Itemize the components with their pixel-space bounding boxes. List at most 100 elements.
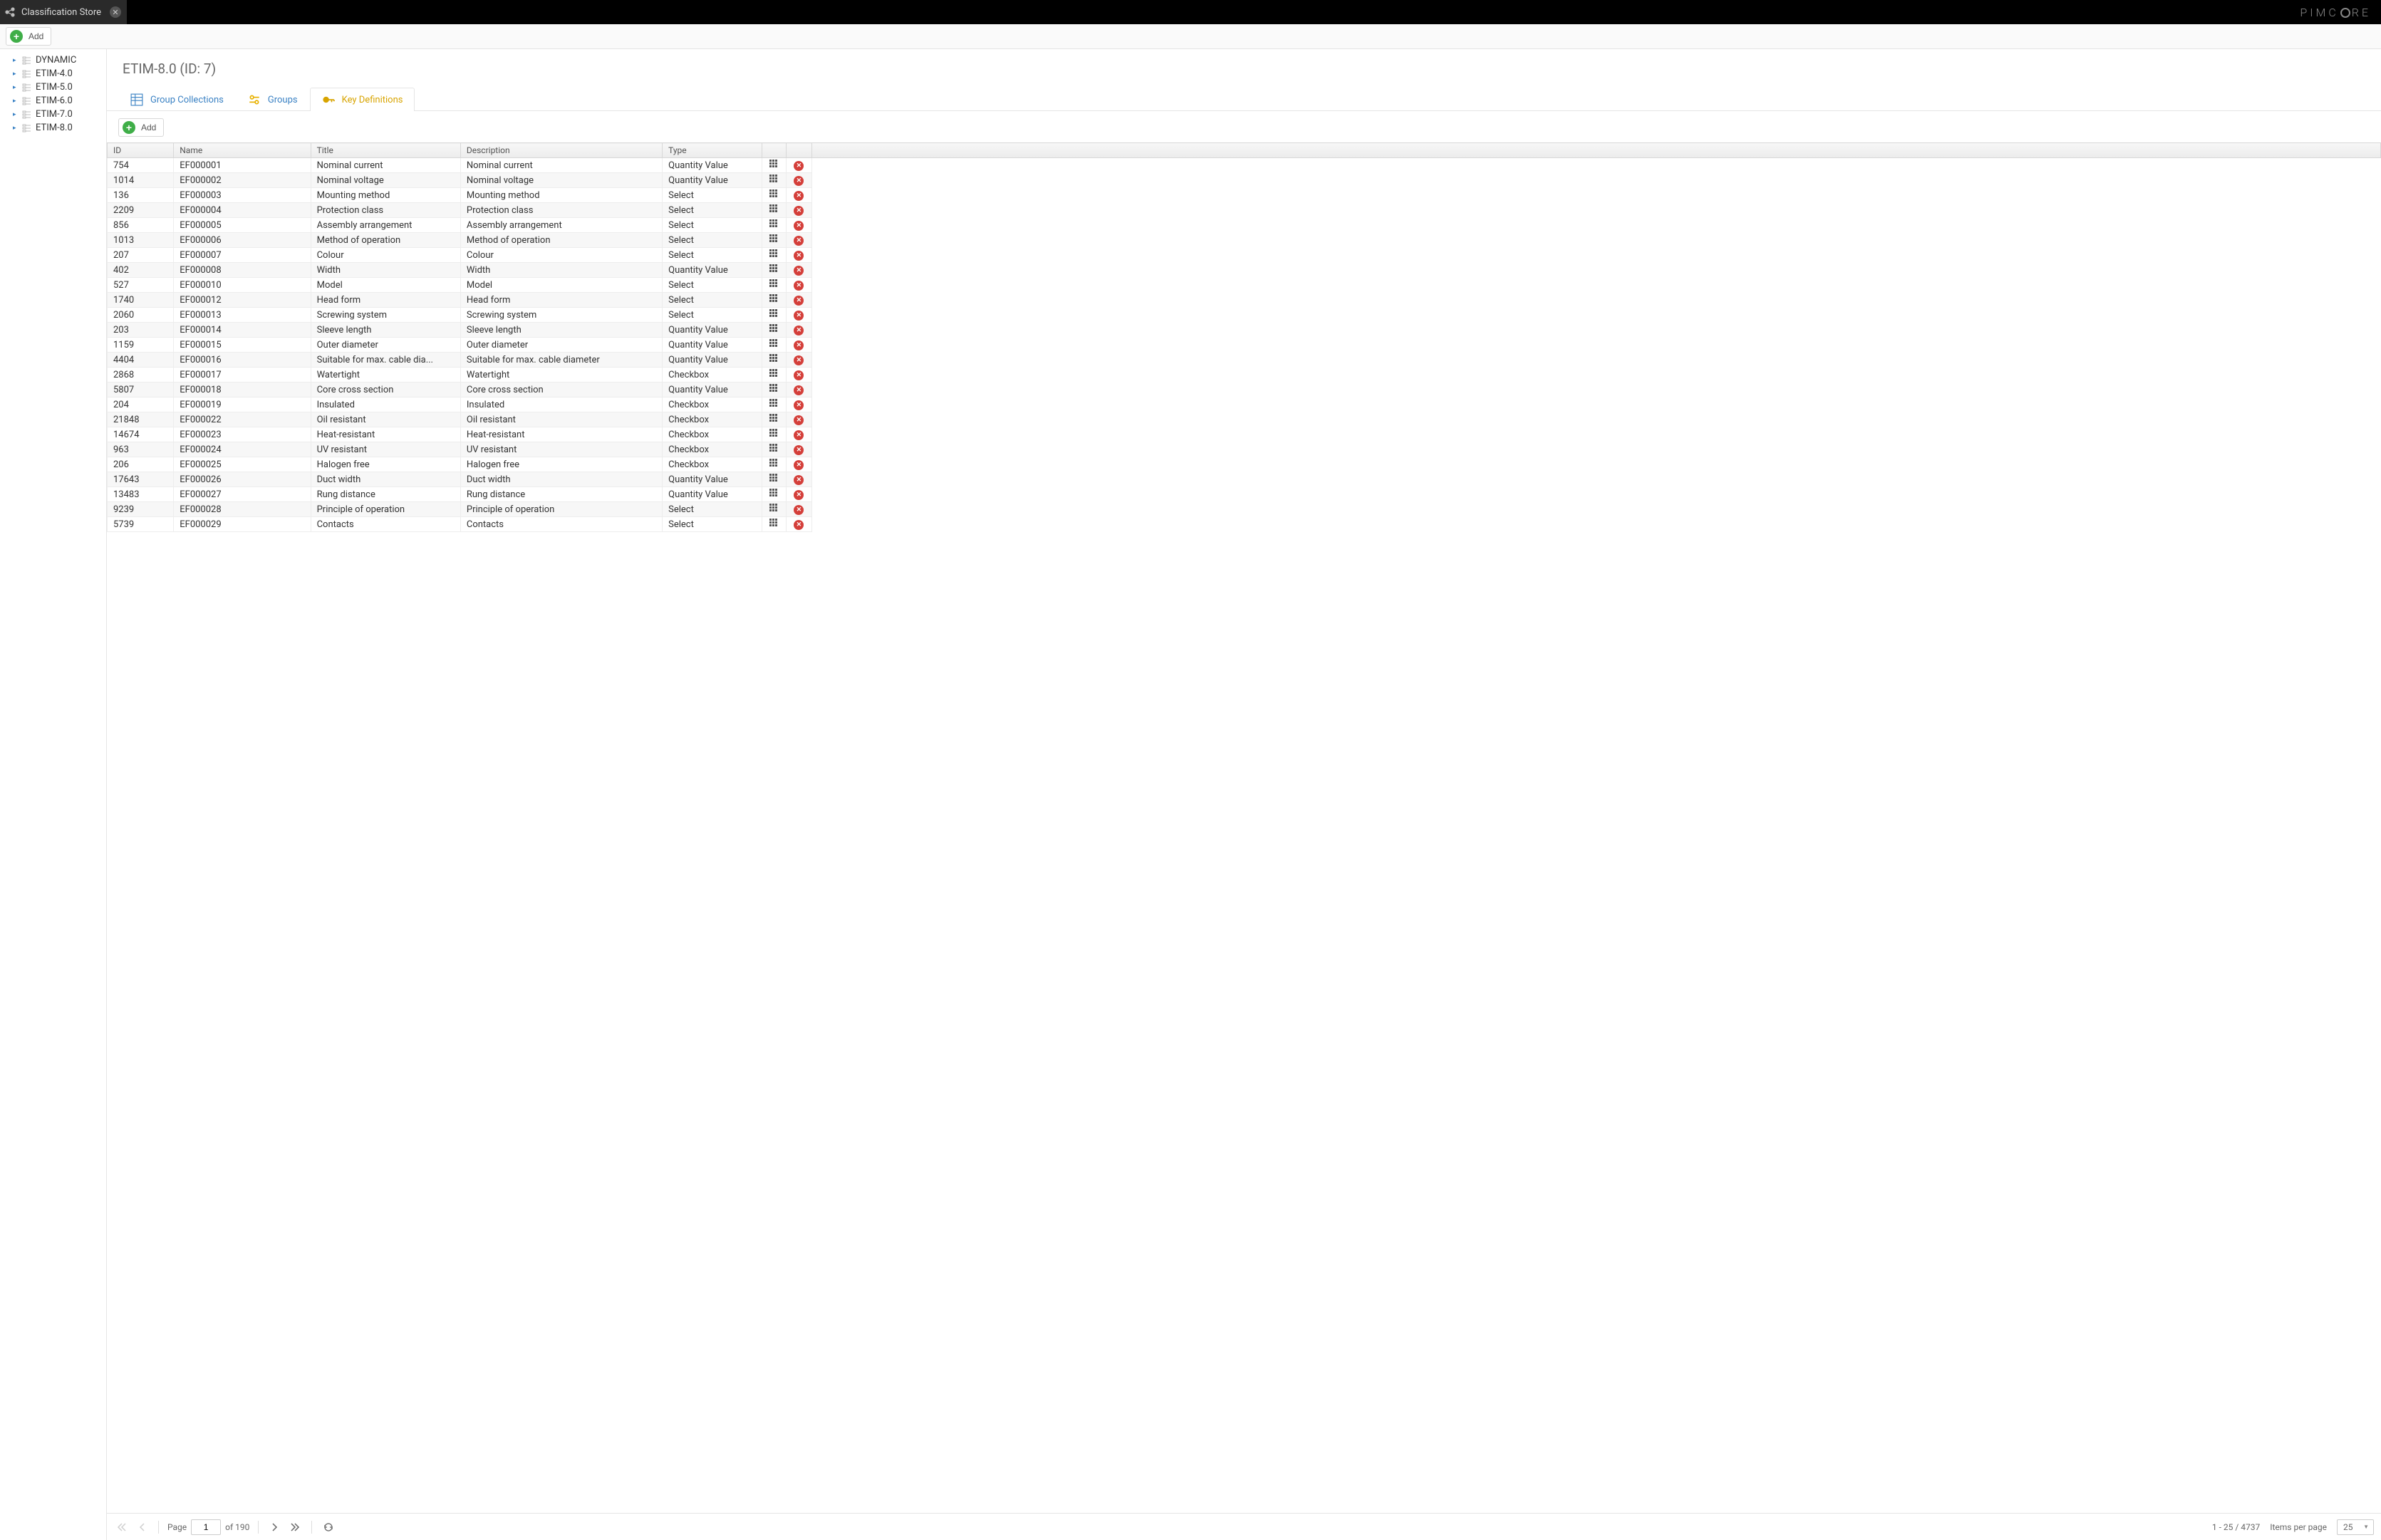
config-icon[interactable] [769, 295, 778, 305]
delete-icon[interactable]: ✕ [794, 206, 804, 216]
col-id[interactable]: ID [108, 143, 174, 158]
col-description[interactable]: Description [460, 143, 662, 158]
delete-icon[interactable]: ✕ [794, 176, 804, 186]
config-icon[interactable] [769, 175, 778, 185]
table-row[interactable]: 206EF000025Halogen freeHalogen freeCheck… [108, 457, 812, 472]
table-row[interactable]: 5739EF000029ContactsContactsSelect✕ [108, 517, 812, 532]
config-icon[interactable] [769, 190, 778, 200]
header-tab-classification-store[interactable]: Classification Store ✕ [0, 0, 128, 24]
delete-icon[interactable]: ✕ [794, 251, 804, 261]
config-icon[interactable] [769, 370, 778, 380]
delete-icon[interactable]: ✕ [794, 460, 804, 470]
next-page-button[interactable] [267, 1519, 283, 1535]
close-icon[interactable]: ✕ [110, 6, 121, 18]
table-row[interactable]: 204EF000019InsulatedInsulatedCheckbox✕ [108, 397, 812, 412]
sidebar-item-etim-8-0[interactable]: ▸ETIM-8.0 [0, 121, 106, 135]
expand-icon[interactable]: ▸ [13, 84, 20, 91]
delete-icon[interactable]: ✕ [794, 161, 804, 171]
grid-scroll[interactable]: ID Name Title Description Type 754EF0000… [107, 142, 2381, 1513]
last-page-button[interactable] [287, 1519, 303, 1535]
sidebar-item-etim-7-0[interactable]: ▸ETIM-7.0 [0, 108, 106, 121]
config-icon[interactable] [769, 160, 778, 170]
sidebar-item-etim-5-0[interactable]: ▸ETIM-5.0 [0, 80, 106, 94]
config-icon[interactable] [769, 280, 778, 290]
tab-groups[interactable]: Groups [236, 88, 310, 111]
config-icon[interactable] [769, 205, 778, 215]
refresh-button[interactable] [321, 1519, 336, 1535]
config-icon[interactable] [769, 400, 778, 410]
table-row[interactable]: 402EF000008WidthWidthQuantity Value✕ [108, 263, 812, 278]
table-row[interactable]: 856EF000005Assembly arrangementAssembly … [108, 218, 812, 233]
config-icon[interactable] [769, 250, 778, 260]
table-row[interactable]: 207EF000007ColourColourSelect✕ [108, 248, 812, 263]
delete-icon[interactable]: ✕ [794, 430, 804, 440]
add-button[interactable]: + Add [6, 27, 51, 46]
config-icon[interactable] [769, 325, 778, 335]
delete-icon[interactable]: ✕ [794, 355, 804, 365]
config-icon[interactable] [769, 444, 778, 454]
expand-icon[interactable]: ▸ [13, 98, 20, 105]
delete-icon[interactable]: ✕ [794, 490, 804, 500]
delete-icon[interactable]: ✕ [794, 326, 804, 335]
config-icon[interactable] [769, 385, 778, 395]
config-icon[interactable] [769, 355, 778, 365]
table-row[interactable]: 1013EF000006Method of operationMethod of… [108, 233, 812, 248]
delete-icon[interactable]: ✕ [794, 221, 804, 231]
page-input[interactable] [191, 1519, 221, 1535]
expand-icon[interactable]: ▸ [13, 57, 20, 64]
table-row[interactable]: 2868EF000017WatertightWatertightCheckbox… [108, 368, 812, 383]
config-icon[interactable] [769, 504, 778, 514]
table-row[interactable]: 21848EF000022Oil resistantOil resistantC… [108, 412, 812, 427]
config-icon[interactable] [769, 474, 778, 484]
delete-icon[interactable]: ✕ [794, 385, 804, 395]
sidebar-item-etim-6-0[interactable]: ▸ETIM-6.0 [0, 94, 106, 108]
items-per-page-select[interactable]: 25 [2337, 1519, 2374, 1535]
config-icon[interactable] [769, 310, 778, 320]
config-icon[interactable] [769, 235, 778, 245]
table-row[interactable]: 9239EF000028Principle of operationPrinci… [108, 502, 812, 517]
tab-group-collections[interactable]: Group Collections [118, 88, 236, 111]
delete-icon[interactable]: ✕ [794, 236, 804, 246]
panel-add-button[interactable]: + Add [118, 118, 164, 137]
delete-icon[interactable]: ✕ [794, 191, 804, 201]
sidebar-item-dynamic[interactable]: ▸DYNAMIC [0, 53, 106, 67]
delete-icon[interactable]: ✕ [794, 311, 804, 321]
col-type[interactable]: Type [663, 143, 762, 158]
table-row[interactable]: 4404EF000016Suitable for max. cable dia.… [108, 353, 812, 368]
delete-icon[interactable]: ✕ [794, 445, 804, 455]
delete-icon[interactable]: ✕ [794, 415, 804, 425]
config-icon[interactable] [769, 430, 778, 439]
tab-key-definitions[interactable]: Key Definitions [310, 88, 415, 111]
table-row[interactable]: 136EF000003Mounting methodMounting metho… [108, 188, 812, 203]
delete-icon[interactable]: ✕ [794, 266, 804, 276]
col-name[interactable]: Name [174, 143, 311, 158]
table-row[interactable]: 527EF000010ModelModelSelect✕ [108, 278, 812, 293]
config-icon[interactable] [769, 489, 778, 499]
delete-icon[interactable]: ✕ [794, 370, 804, 380]
expand-icon[interactable]: ▸ [13, 111, 20, 118]
config-icon[interactable] [769, 415, 778, 425]
first-page-button[interactable] [114, 1519, 130, 1535]
table-row[interactable]: 2060EF000013Screwing systemScrewing syst… [108, 308, 812, 323]
expand-icon[interactable]: ▸ [13, 125, 20, 132]
sidebar-item-etim-4-0[interactable]: ▸ETIM-4.0 [0, 67, 106, 80]
delete-icon[interactable]: ✕ [794, 281, 804, 291]
table-row[interactable]: 203EF000014Sleeve lengthSleeve lengthQua… [108, 323, 812, 338]
table-row[interactable]: 1014EF000002Nominal voltageNominal volta… [108, 173, 812, 188]
table-row[interactable]: 14674EF000023Heat-resistantHeat-resistan… [108, 427, 812, 442]
col-title[interactable]: Title [311, 143, 460, 158]
delete-icon[interactable]: ✕ [794, 505, 804, 515]
config-icon[interactable] [769, 519, 778, 529]
expand-icon[interactable]: ▸ [13, 71, 20, 78]
delete-icon[interactable]: ✕ [794, 520, 804, 530]
table-row[interactable]: 1159EF000015Outer diameterOuter diameter… [108, 338, 812, 353]
table-row[interactable]: 17643EF000026Duct widthDuct widthQuantit… [108, 472, 812, 487]
delete-icon[interactable]: ✕ [794, 340, 804, 350]
prev-page-button[interactable] [134, 1519, 150, 1535]
delete-icon[interactable]: ✕ [794, 296, 804, 306]
table-row[interactable]: 754EF000001Nominal currentNominal curren… [108, 158, 812, 173]
config-icon[interactable] [769, 265, 778, 275]
table-row[interactable]: 5807EF000018Core cross sectionCore cross… [108, 383, 812, 397]
table-row[interactable]: 963EF000024UV resistantUV resistantCheck… [108, 442, 812, 457]
delete-icon[interactable]: ✕ [794, 400, 804, 410]
